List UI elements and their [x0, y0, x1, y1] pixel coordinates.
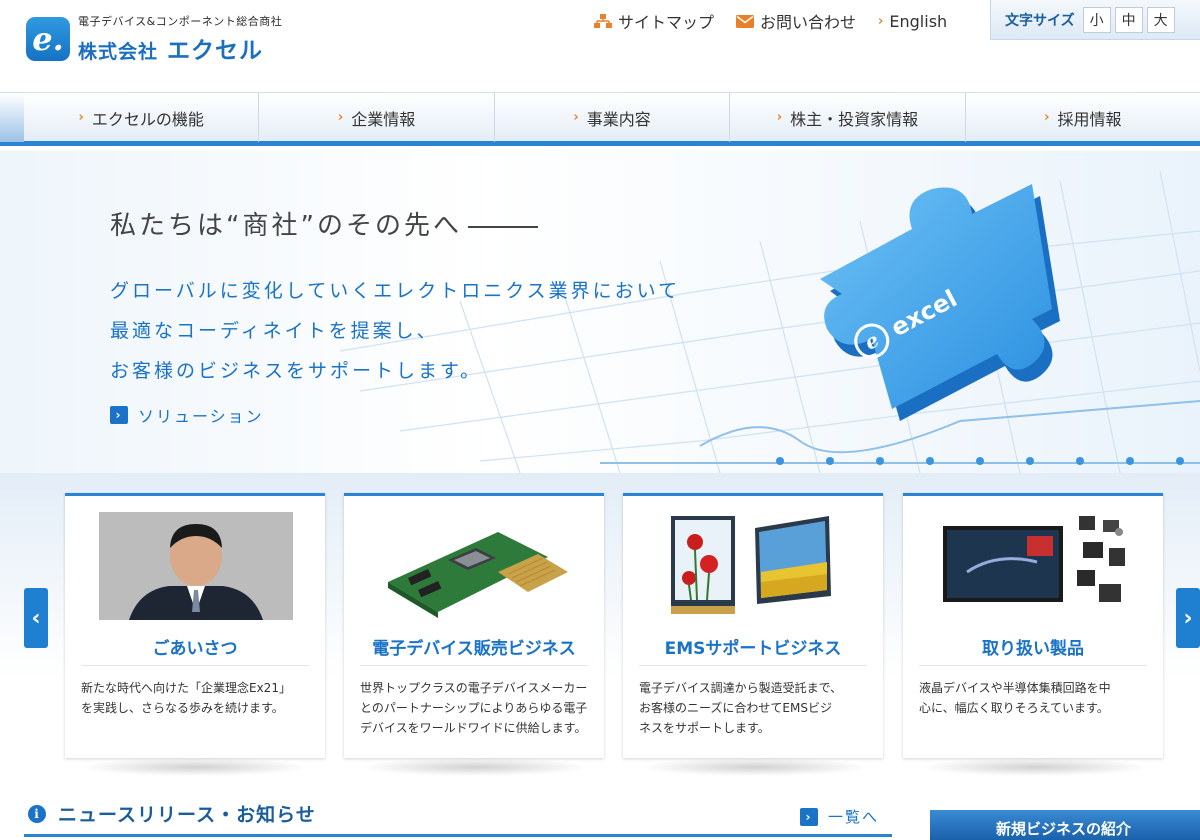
nav-item-ir[interactable]: › 株主・投資家情報 [730, 93, 966, 142]
card-title: EMSサポートビジネス [664, 639, 842, 659]
lcd-displays-photo [657, 512, 851, 620]
chevron-left-icon: ‹ [31, 605, 41, 631]
font-size-large-button[interactable]: 大 [1146, 6, 1175, 33]
card-divider [639, 665, 867, 666]
nav-item-recruit[interactable]: › 採用情報 [966, 93, 1200, 142]
hero-heading-text: 私たちは“商社”のその先へ [110, 211, 462, 241]
hero-body-line: グローバルに変化していくエレクトロニクス業界において [110, 280, 681, 302]
chevron-right-icon: › [110, 406, 128, 424]
font-size-medium-button[interactable]: 中 [1114, 6, 1143, 33]
card-description: 電子デバイス調達から製造受託まで、 お客様のニーズに合わせてEMSビジ ネスをサ… [639, 678, 871, 738]
card-desc-line: 電子デバイス調達から製造受託まで、 [639, 681, 843, 695]
logo-mark-icon: e. [26, 17, 70, 61]
solution-link[interactable]: › ソリューション [110, 403, 264, 427]
card-description: 液晶デバイスや半導体集積回路を中 心に、幅広く取りそろえています。 [919, 678, 1151, 718]
solution-link-label: ソリューション [138, 407, 264, 426]
logo-tagline: 電子デバイス&コンポーネント総合商社 [78, 15, 283, 28]
card-description: 新たな時代へ向けた「企業理念Ex21」 を実践し、さらなる歩みを続けます。 [81, 678, 313, 718]
news-heading-text: ニュースリリース・お知らせ [58, 804, 316, 826]
nav-item-business[interactable]: › 事業内容 [495, 93, 731, 142]
news-divider [24, 834, 892, 837]
header: e. 電子デバイス&コンポーネント総合商社 株式会社 エクセル サイトマップ お… [0, 0, 1200, 92]
card-desc-line: 世界トップクラスの電子デバイスメーカー [360, 681, 588, 695]
company-logo[interactable]: e. 電子デバイス&コンポーネント総合商社 株式会社 エクセル [26, 13, 282, 65]
sitemap-icon [594, 14, 612, 28]
carousel-next-button[interactable]: › [1176, 588, 1200, 648]
card-desc-line: 液晶デバイスや半導体集積回路を中 [919, 681, 1111, 695]
nav-item-label: 採用情報 [1057, 109, 1122, 129]
hero-body-line: お客様のビジネスをサポートします。 [110, 360, 483, 382]
chevron-right-icon: › [800, 807, 818, 826]
utility-links: サイトマップ お問い合わせ › English [594, 8, 969, 34]
font-size-small-button[interactable]: 小 [1082, 6, 1111, 33]
president-photo [99, 512, 293, 620]
card-desc-line: を実践し、さらなる歩みを続けます。 [81, 701, 284, 715]
chevron-right-icon: › [337, 110, 344, 125]
card-title: 電子デバイス販売ビジネス [372, 639, 576, 659]
info-icon: i [28, 804, 46, 823]
logo-name: エクセル [167, 38, 264, 64]
news-heading: i ニュースリリース・お知らせ [28, 800, 316, 827]
card-desc-line: ネスをサポートします。 [639, 721, 770, 735]
hero-heading: 私たちは“商社”のその先へ [110, 205, 538, 242]
card-description: 世界トップクラスの電子デバイスメーカー とのパートナーシップによりあらゆる電子 … [360, 678, 592, 738]
nav-item-label: 企業情報 [351, 109, 416, 129]
card-ems-support[interactable]: EMSサポートビジネス 電子デバイス調達から製造受託まで、 お客様のニーズに合わ… [623, 493, 883, 758]
contact-label: お問い合わせ [760, 13, 857, 32]
card-divider [919, 665, 1147, 666]
card-desc-line: お客様のニーズに合わせてEMSビジ [639, 701, 832, 715]
english-label: English [889, 11, 948, 31]
chevron-right-icon: › [878, 13, 884, 29]
card-shadow [920, 758, 1150, 776]
chevron-right-icon: › [776, 110, 783, 125]
circuit-board-photo [378, 512, 572, 620]
card-desc-line: 新たな時代へ向けた「企業理念Ex21」 [81, 681, 291, 695]
global-nav-items: › エクセルの機能 › 企業情報 › 事業内容 › 株主・投資家情報 › 採用情… [24, 93, 1200, 142]
card-divider [81, 665, 309, 666]
card-shadow [640, 758, 870, 776]
sitemap-label: サイトマップ [618, 13, 715, 32]
card-title: ごあいさつ [152, 639, 238, 659]
card-shadow [360, 758, 590, 776]
news-list-link[interactable]: › 一覧へ [800, 806, 879, 827]
logo-kk: 株式会社 [78, 41, 159, 63]
new-business-banner[interactable]: 新規ビジネスの紹介 [930, 810, 1200, 840]
card-device-sales[interactable]: 電子デバイス販売ビジネス 世界トップクラスの電子デバイスメーカー とのパートナー… [344, 493, 604, 758]
contact-link[interactable]: お問い合わせ [736, 9, 856, 33]
card-greeting[interactable]: ごあいさつ 新たな時代へ向けた「企業理念Ex21」 を実践し、さらなる歩みを続け… [65, 493, 325, 758]
nav-item-company[interactable]: › 企業情報 [259, 93, 495, 142]
hero-body: グローバルに変化していくエレクトロニクス業界において 最適なコーディネイトを提案… [110, 271, 680, 391]
mail-icon [736, 14, 755, 28]
hero-body-line: 最適なコーディネイトを提案し、 [110, 320, 439, 342]
logo-text: 電子デバイス&コンポーネント総合商社 株式会社 エクセル [78, 13, 282, 65]
chevron-right-icon: › [573, 110, 579, 125]
nav-item-label: エクセルの機能 [91, 109, 204, 129]
english-link[interactable]: › English [878, 12, 947, 31]
puzzle-piece-graphic: e excel [820, 184, 1060, 421]
logo-company-name: 株式会社 エクセル [78, 31, 282, 65]
global-nav: › エクセルの機能 › 企業情報 › 事業内容 › 株主・投資家情報 › 採用情… [0, 92, 1200, 146]
hero-banner: 私たちは“商社”のその先へ グローバルに変化していくエレクトロニクス業界において… [0, 151, 1200, 473]
nav-item-label: 株主・投資家情報 [790, 109, 919, 129]
font-size-label: 文字サイズ [1005, 12, 1075, 29]
card-products[interactable]: 取り扱い製品 液晶デバイスや半導体集積回路を中 心に、幅広く取りそろえています。 [903, 493, 1163, 758]
news-list-label: 一覧へ [828, 808, 880, 826]
nav-item-label: 事業内容 [586, 109, 651, 129]
font-size-switcher: 文字サイズ 小 中 大 [990, 0, 1200, 40]
sitemap-link[interactable]: サイトマップ [594, 9, 714, 33]
card-desc-line: とのパートナーシップによりあらゆる電子 [360, 701, 588, 715]
chevron-right-icon: › [78, 110, 84, 125]
chevron-right-icon: › [1183, 605, 1193, 631]
nav-item-features[interactable]: › エクセルの機能 [24, 93, 260, 142]
hero-dash [467, 225, 538, 228]
card-desc-line: デバイスをワールドワイドに供給します。 [360, 721, 587, 735]
card-shadow [80, 758, 310, 776]
chevron-right-icon: › [1044, 110, 1050, 125]
card-title: 取り扱い製品 [982, 639, 1084, 659]
products-photo [937, 512, 1131, 620]
carousel-prev-button[interactable]: ‹ [24, 588, 48, 648]
card-desc-line: 心に、幅広く取りそろえています。 [919, 701, 1109, 715]
card-divider [360, 665, 588, 666]
